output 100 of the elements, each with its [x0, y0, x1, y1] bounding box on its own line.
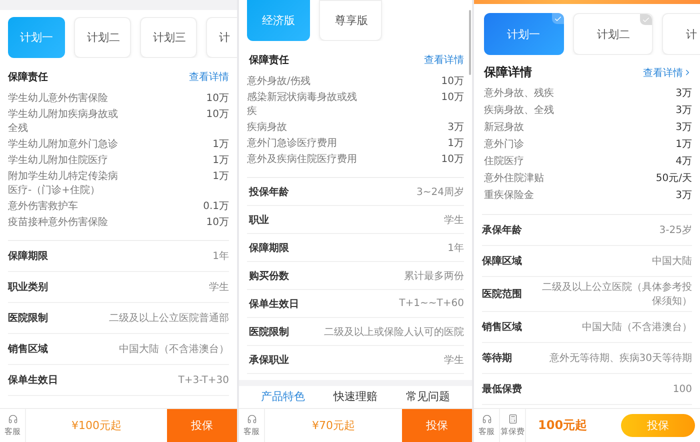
- coverage-amount: 1万: [212, 138, 229, 152]
- price-label: ¥100元起: [70, 418, 122, 434]
- coverage-name: 意外伤害救护车: [8, 200, 78, 214]
- detail-value: 学生: [209, 280, 229, 294]
- toolbar-tool[interactable]: 客服: [239, 409, 265, 442]
- detail-value: 意外无等待期、疾病30天等待期: [549, 352, 692, 365]
- buy-button[interactable]: 投保: [167, 409, 237, 442]
- coverage-name: 意外及疾病住院医疗费用: [247, 153, 357, 167]
- details-link[interactable]: 查看详情: [643, 66, 692, 80]
- detail-value: 3~24周岁: [416, 186, 464, 198]
- coverage-amount: 10万: [441, 153, 464, 167]
- detail-value: 二级及以上公立医院（具体参考投保须知）: [542, 280, 692, 308]
- section-title: 保障责任: [249, 53, 289, 67]
- detail-value: 1年: [212, 250, 229, 263]
- detail-value: 1年: [448, 242, 464, 254]
- section-tab[interactable]: 常见问题: [406, 389, 450, 404]
- detail-label: 保单生效日: [249, 298, 299, 310]
- section-title: 保障详情: [484, 64, 532, 81]
- detail-label: 保障期限: [249, 241, 289, 254]
- detail-label: 承保年龄: [482, 224, 522, 237]
- coverage-name: 感染新冠状病毒身故或残疾: [247, 91, 358, 119]
- coverage-amount: 3万: [676, 121, 692, 135]
- plan-tab[interactable]: 计划三: [140, 17, 197, 58]
- coverage-name: 疫苗接种意外伤害保险: [8, 216, 108, 230]
- details-link[interactable]: 查看详情: [424, 53, 464, 67]
- check-icon: [642, 16, 650, 24]
- detail-value: 100: [672, 384, 692, 394]
- coverage-amount: 4万: [676, 155, 692, 169]
- section-tab[interactable]: 快速理赔: [333, 389, 378, 404]
- coverage-name: 学生幼儿意外伤害保险: [8, 92, 108, 106]
- coverage-amount: 1万: [212, 154, 229, 168]
- plan-tab[interactable]: 计划二: [573, 13, 653, 55]
- coverage-amount: 3万: [676, 87, 692, 101]
- coverage-name: 学生幼儿附加疾病身故或全残: [8, 108, 119, 136]
- toolbar-tool[interactable]: 客服: [474, 409, 500, 442]
- detail-label: 保障区域: [482, 254, 522, 268]
- plan-tab[interactable]: 计划一: [484, 13, 564, 55]
- coverage-name: 意外门急诊医疗费用: [247, 137, 337, 151]
- detail-value: 二级及以上公立医院普通部: [109, 312, 229, 325]
- section-tab[interactable]: 产品特色: [261, 389, 306, 404]
- detail-value: T+3-T+30: [178, 374, 229, 386]
- coverage-amount: 0.1万: [203, 200, 229, 214]
- detail-label: 投保年龄: [249, 186, 289, 198]
- detail-value: 中国大陆: [652, 254, 692, 268]
- headset-icon: [8, 414, 18, 424]
- detail-label: 医院范围: [482, 288, 522, 301]
- calculator-icon: [508, 414, 518, 424]
- section-title: 保障责任: [8, 70, 48, 84]
- check-icon: [554, 14, 562, 22]
- detail-value: T+1~~T+60: [399, 298, 464, 309]
- coverage-amount: 3万: [448, 121, 464, 135]
- coverage-name: 疾病身故: [247, 121, 287, 135]
- plan-tab[interactable]: 计: [206, 17, 237, 58]
- detail-label: 职业类别: [8, 280, 48, 294]
- detail-label: 等待期: [482, 352, 512, 365]
- coverage-amount: 10万: [441, 75, 464, 89]
- headset-icon: [246, 414, 256, 424]
- details-link[interactable]: 查看详情: [189, 70, 229, 84]
- detail-value: 学生: [444, 354, 464, 366]
- detail-label: 医院限制: [249, 326, 289, 338]
- coverage-name: 意外身故、残疾: [484, 87, 554, 101]
- coverage-amount: 1万: [212, 170, 229, 184]
- coverage-name: 意外门诊: [484, 138, 524, 152]
- coverage-amount: 10万: [206, 216, 229, 230]
- coverage-amount: 1万: [676, 138, 692, 152]
- detail-label: 承保职业: [249, 354, 289, 366]
- coverage-name: 意外身故/伤残: [247, 75, 310, 89]
- detail-value: 中国大陆（不含港澳台）: [119, 342, 229, 356]
- price-label: 100元起: [537, 417, 588, 434]
- detail-label: 销售区域: [482, 320, 522, 334]
- price-label: ¥70元起: [311, 418, 356, 434]
- detail-label: 职业: [249, 214, 269, 226]
- coverage-name: 意外住院津贴: [484, 172, 544, 186]
- plan-tab[interactable]: 经济版: [247, 0, 310, 41]
- coverage-name: 住院医疗: [484, 155, 524, 169]
- plan-tab[interactable]: 计: [662, 13, 700, 55]
- plan-tab[interactable]: 尊享版: [319, 0, 382, 41]
- detail-label: 销售区域: [8, 342, 48, 356]
- plan-tab[interactable]: 计划一: [8, 17, 65, 58]
- detail-value: 中国大陆（不含港澳台）: [582, 320, 692, 334]
- buy-button[interactable]: 投保: [402, 409, 472, 442]
- coverage-amount: 10万: [441, 91, 464, 105]
- toolbar-tool[interactable]: 算保费: [500, 409, 526, 442]
- detail-value: 3-25岁: [659, 224, 692, 237]
- plan-tab[interactable]: 计划二: [74, 17, 131, 58]
- coverage-amount: 50元/天: [656, 172, 692, 186]
- coverage-amount: 3万: [676, 189, 692, 203]
- coverage-amount: 1万: [448, 137, 464, 151]
- coverage-amount: 3万: [676, 104, 692, 118]
- toolbar-tool[interactable]: 客服: [0, 409, 26, 442]
- detail-label: 保单生效日: [8, 374, 58, 387]
- coverage-name: 学生幼儿附加住院医疗: [8, 154, 108, 168]
- coverage-name: 新冠身故: [484, 121, 524, 135]
- coverage-name: 学生幼儿附加意外门急诊: [8, 138, 118, 152]
- coverage-amount: 10万: [206, 108, 229, 122]
- headset-icon: [482, 414, 492, 424]
- detail-value: 二级及以上或保险人认可的医院: [324, 326, 464, 338]
- coverage-name: 重疾保险金: [484, 189, 534, 203]
- detail-value: 累计最多两份: [404, 270, 464, 282]
- scrollbar[interactable]: [469, 10, 471, 75]
